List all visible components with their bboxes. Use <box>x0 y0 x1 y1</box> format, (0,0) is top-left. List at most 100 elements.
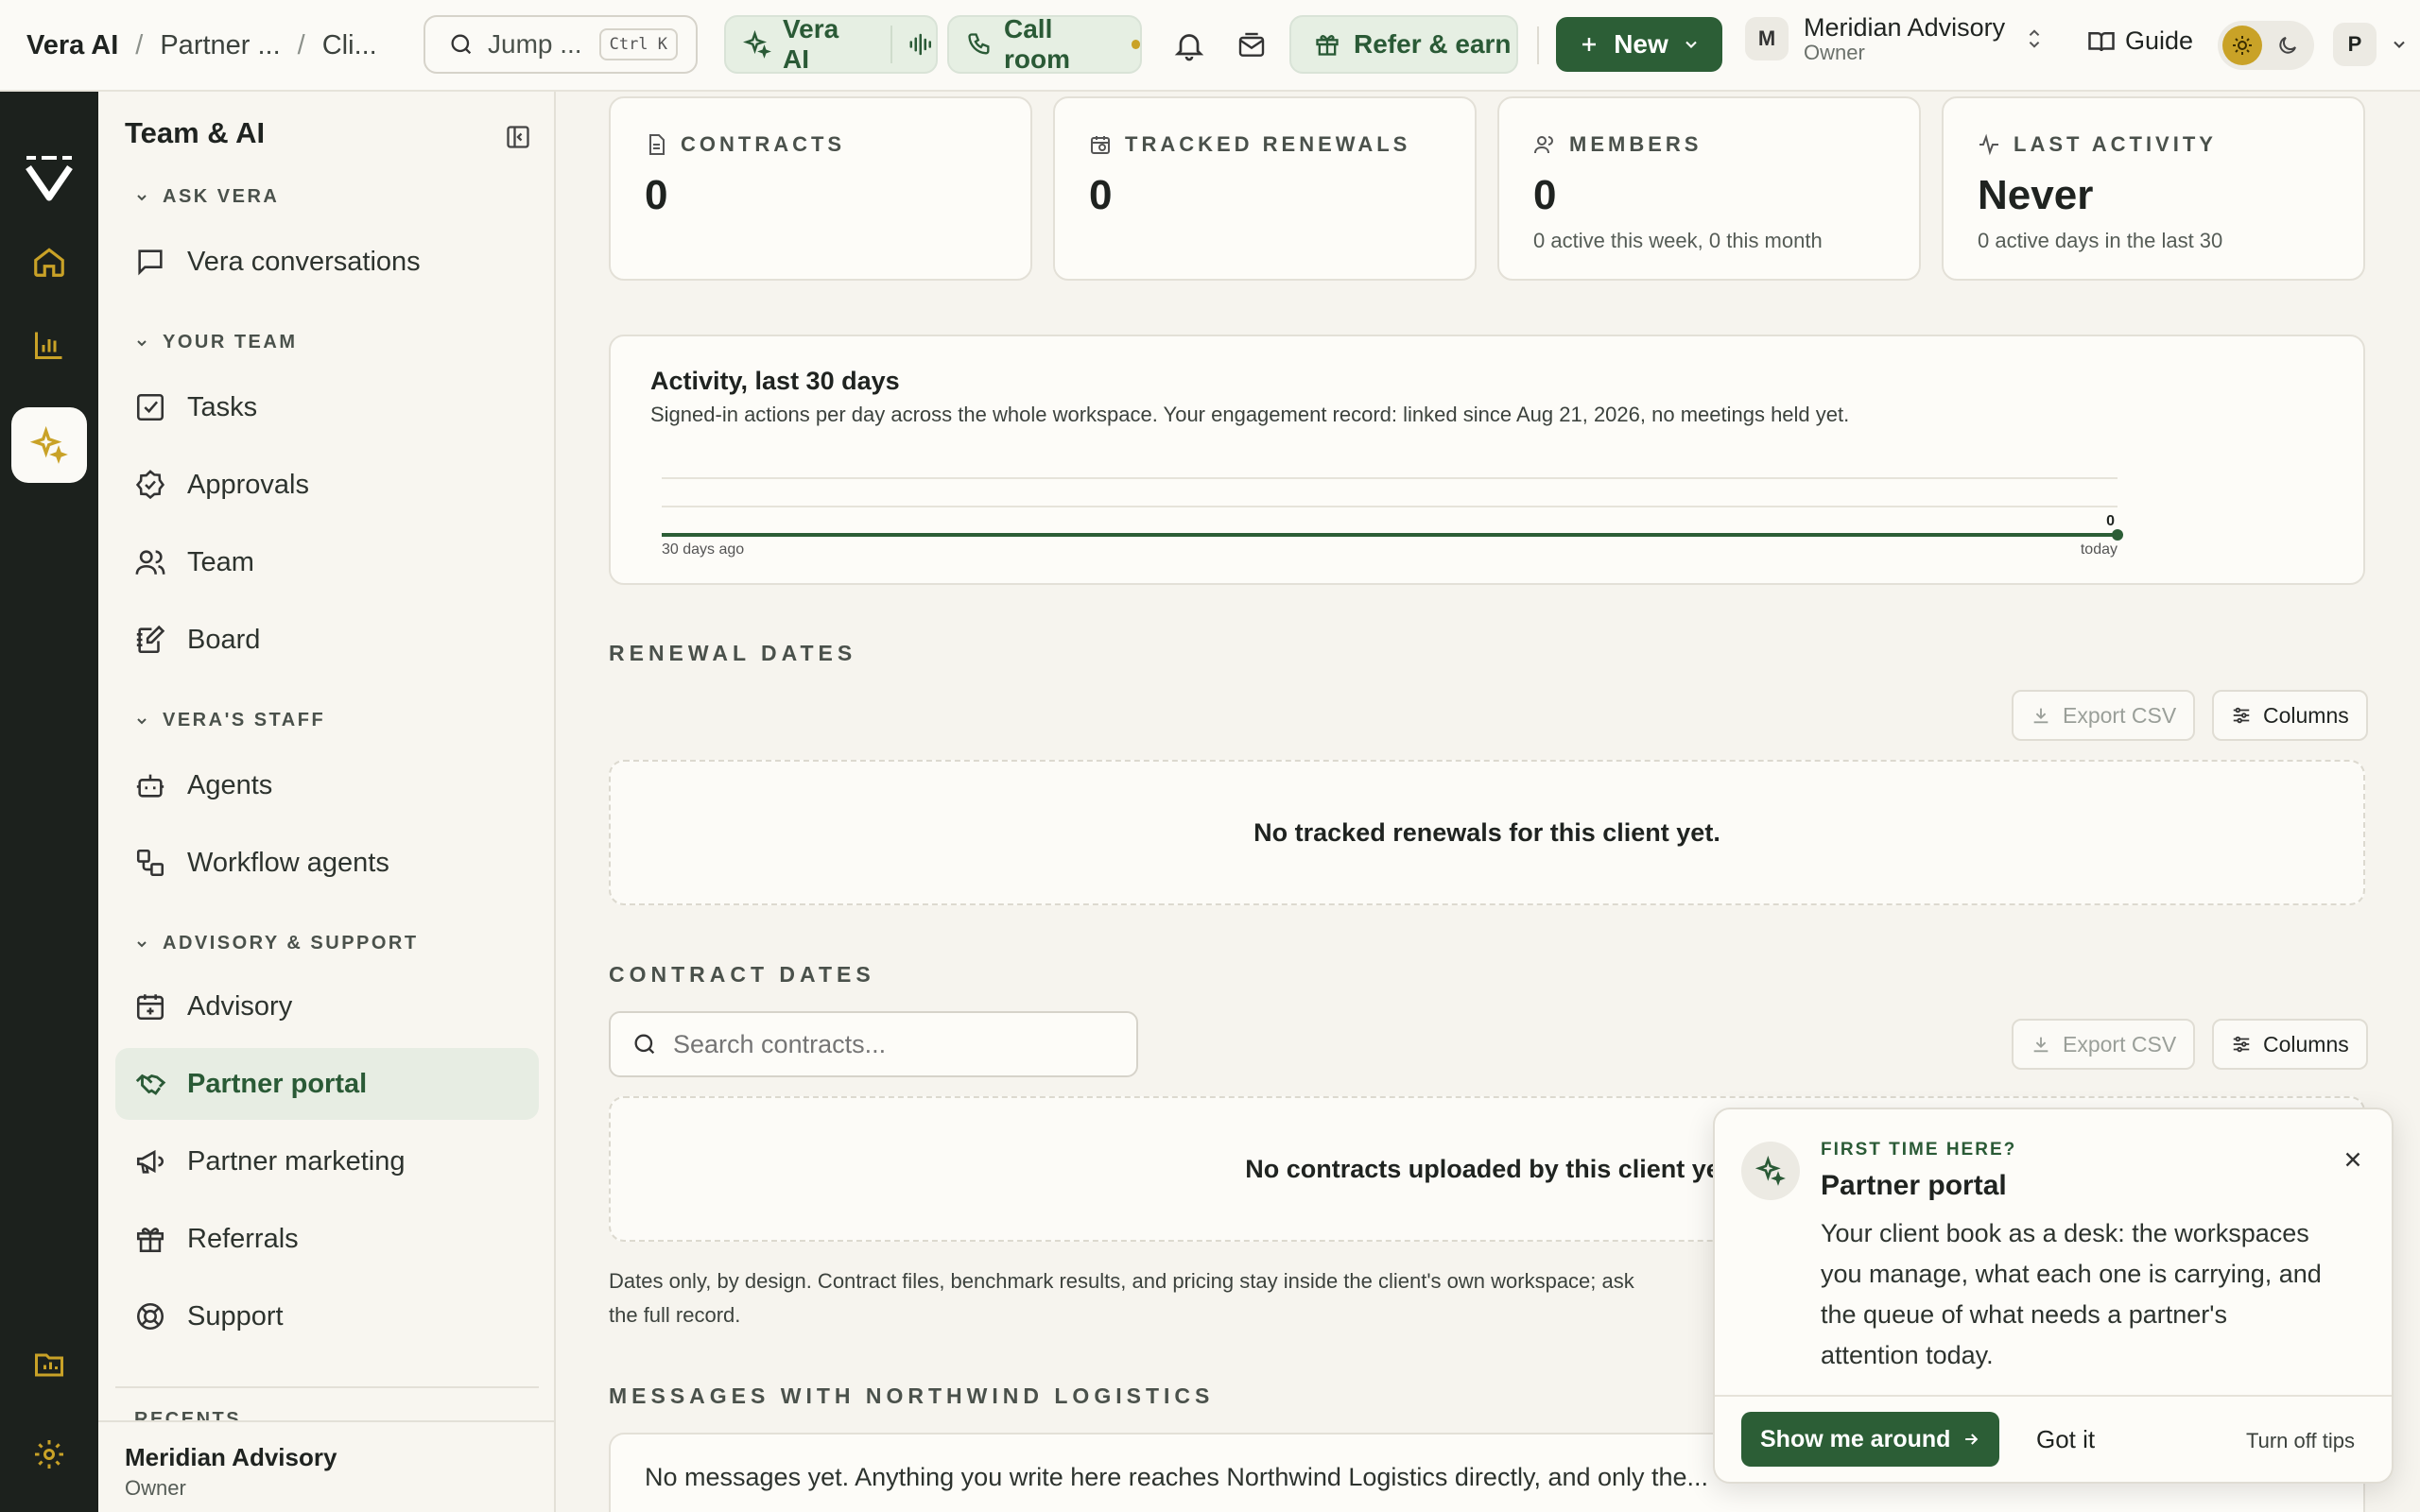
search-contracts-field[interactable] <box>609 1011 1138 1077</box>
calendar-clock-icon <box>1091 136 1110 154</box>
user-avatar: P <box>2333 23 2377 66</box>
download-icon <box>2033 708 2048 724</box>
bell-icon[interactable] <box>1172 28 1206 62</box>
activity-chart: 0 30 days ago today <box>662 477 2123 558</box>
search-contracts-input[interactable] <box>673 1029 1117 1059</box>
bot-icon <box>136 774 164 798</box>
account-name: Meridian Advisory <box>1804 13 2006 42</box>
contracts-privacy-note: Dates only, by design. Contract files, b… <box>609 1269 1634 1327</box>
sidebar-item-workflow-agents[interactable]: Workflow agents <box>115 827 539 899</box>
contracts-columns-button[interactable]: Columns <box>2212 1019 2368 1070</box>
arrow-right-icon <box>1965 1434 1979 1445</box>
sidebar-item-tasks[interactable]: Tasks <box>115 371 539 443</box>
stat-card-members: MEMBERS 0 0 active this week, 0 this mon… <box>1497 96 1921 281</box>
handshake-icon <box>135 1074 166 1095</box>
footer-account-name: Meridian Advisory <box>125 1443 337 1471</box>
sidebar-item-referrals[interactable]: Referrals <box>115 1203 539 1275</box>
account-role: Owner <box>1804 41 1865 64</box>
refer-earn-label: Refer & earn <box>1354 29 1512 59</box>
keyboard-shortcut: Ctrl K <box>598 28 679 60</box>
gear-icon[interactable] <box>11 1417 87 1492</box>
guide-button[interactable]: Guide <box>2087 26 2193 56</box>
activity-card: Activity, last 30 days Signed-in actions… <box>609 335 2365 585</box>
tip-body: Your client book as a desk: the workspac… <box>1821 1219 2322 1369</box>
section-recents[interactable]: RECENTS <box>134 1409 241 1420</box>
section-veras-staff[interactable]: VERA'S STAFF <box>134 710 325 731</box>
sidebar-title: Team & AI <box>125 116 266 149</box>
stat-card-last-activity: LAST ACTIVITY Never 0 active days in the… <box>1942 96 2365 281</box>
jump-placeholder: Jump ... <box>488 29 582 59</box>
sparkle-icon <box>1741 1142 1800 1200</box>
user-menu[interactable]: P <box>2333 23 2409 66</box>
messages-empty-text: No messages yet. Anything you write here… <box>645 1463 1709 1491</box>
stat-sub: 0 active this week, 0 this month <box>1533 229 1823 252</box>
sidebar-item-advisory[interactable]: Advisory <box>115 971 539 1042</box>
close-icon[interactable] <box>2341 1147 2365 1172</box>
vera-ai-button[interactable]: Vera AI <box>724 14 938 74</box>
section-your-team[interactable]: YOUR TEAM <box>134 332 298 353</box>
lifebuoy-icon <box>136 1302 164 1331</box>
footer-account-role: Owner <box>125 1476 186 1500</box>
theme-toggle[interactable] <box>2218 21 2314 70</box>
book-icon <box>2087 27 2116 56</box>
stat-value: 0 <box>1533 172 1557 218</box>
guide-label: Guide <box>2125 26 2194 55</box>
turn-off-tips-button[interactable]: Turn off tips <box>2246 1429 2355 1453</box>
voice-wave-icon[interactable] <box>908 30 936 59</box>
badge-check-icon <box>135 470 165 500</box>
breadcrumb-home[interactable]: Vera AI <box>26 30 118 61</box>
inbox-icon[interactable] <box>1236 30 1267 60</box>
breadcrumb-partner[interactable]: Partner ... <box>160 30 280 61</box>
top-bar: Vera AI / Partner ... / Cli... Jump ... … <box>0 0 2420 92</box>
search-icon <box>634 1034 655 1055</box>
file-icon <box>649 134 665 155</box>
chevron-down-icon <box>1682 35 1701 54</box>
calendar-plus-icon <box>136 994 164 1021</box>
sidebar-item-partner-portal[interactable]: Partner portal <box>115 1048 539 1120</box>
sidebar-item-support[interactable]: Support <box>115 1280 539 1352</box>
got-it-button[interactable]: Got it <box>2036 1425 2095 1454</box>
stat-label: CONTRACTS <box>681 132 846 156</box>
account-switcher[interactable]: M Meridian Advisory Owner <box>1745 13 2045 64</box>
show-me-around-button[interactable]: Show me around <box>1741 1412 2000 1467</box>
section-ask-vera[interactable]: ASK VERA <box>134 186 279 208</box>
breadcrumb-client[interactable]: Cli... <box>322 30 377 61</box>
section-advisory-support[interactable]: ADVISORY & SUPPORT <box>134 933 419 954</box>
megaphone-icon <box>136 1149 164 1174</box>
chevron-down-icon <box>137 339 147 346</box>
sidebar-item-partner-marketing[interactable]: Partner marketing <box>115 1125 539 1197</box>
sidebar: Team & AI ASK VERA Vera conversations YO… <box>98 92 556 1512</box>
stat-value: 0 <box>645 172 668 218</box>
collapse-sidebar-icon[interactable] <box>505 124 531 150</box>
chevron-down-icon <box>137 940 147 947</box>
plus-icon <box>1578 33 1600 56</box>
renewals-export-csv-button[interactable]: Export CSV <box>2012 690 2196 741</box>
chart-icon[interactable] <box>11 307 87 383</box>
chevron-down-icon <box>137 194 147 200</box>
stat-label: LAST ACTIVITY <box>2014 132 2217 156</box>
call-room-button[interactable]: Call room <box>947 14 1142 74</box>
folder-chart-icon[interactable] <box>11 1326 87 1401</box>
sidebar-item-approvals[interactable]: Approvals <box>115 449 539 521</box>
jump-search-button[interactable]: Jump ... Ctrl K <box>424 15 698 74</box>
sidebar-item-agents[interactable]: Agents <box>115 749 539 821</box>
refer-earn-button[interactable]: Refer & earn <box>1289 15 1518 74</box>
renewals-columns-button[interactable]: Columns <box>2212 690 2368 741</box>
tip-kicker: FIRST TIME HERE? <box>1821 1140 2017 1160</box>
messages-heading: MESSAGES WITH NORTHWIND LOGISTICS <box>609 1383 1215 1408</box>
home-icon[interactable] <box>11 224 87 300</box>
sidebar-item-board[interactable]: Board <box>115 604 539 676</box>
chevron-down-icon <box>137 717 147 724</box>
team-ai-icon[interactable] <box>11 407 87 483</box>
contracts-export-csv-button[interactable]: Export CSV <box>2012 1019 2196 1070</box>
new-button[interactable]: New <box>1556 17 1722 72</box>
chevron-updown-icon <box>2024 26 2045 52</box>
moon-icon[interactable] <box>2268 26 2308 65</box>
account-avatar: M <box>1745 17 1789 60</box>
sidebar-footer-account[interactable]: Meridian Advisory Owner <box>98 1420 554 1512</box>
sidebar-item-team[interactable]: Team <box>115 526 539 598</box>
users-icon <box>1534 136 1553 154</box>
sun-icon[interactable] <box>2222 26 2262 65</box>
sidebar-item-vera-conversations[interactable]: Vera conversations <box>115 226 539 298</box>
phone-icon <box>966 31 993 58</box>
